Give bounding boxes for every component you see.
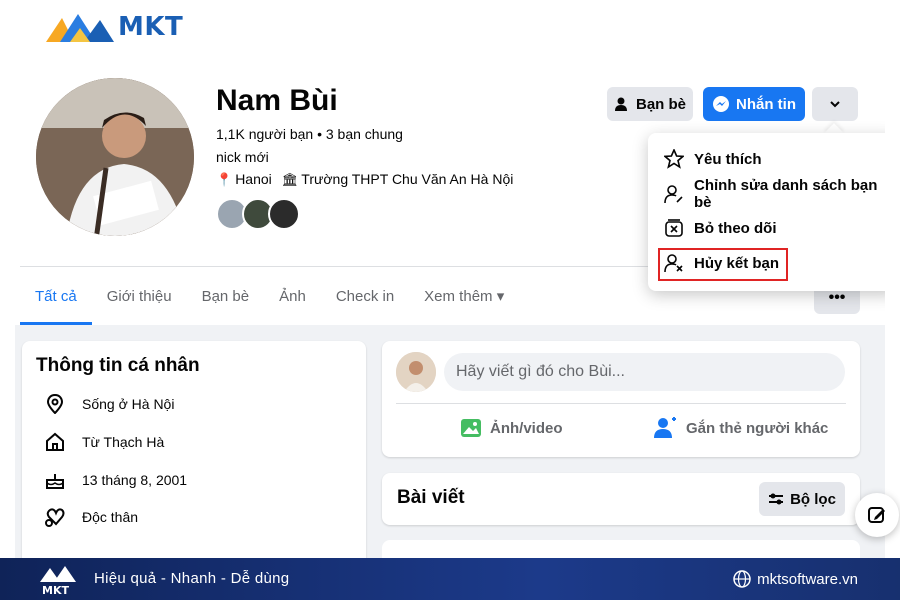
footer-website-text: mktsoftware.vn [757, 570, 858, 588]
intro-row-from: Từ Thạch Hà [44, 431, 164, 453]
profile-avatar[interactable] [34, 76, 196, 238]
message-button-label: Nhắn tin [736, 95, 796, 113]
footer-slogan: Hiệu quả - Nhanh - Dễ dùng [94, 570, 290, 587]
more-options-button[interactable] [812, 87, 858, 121]
tab-all[interactable]: Tất cả [20, 275, 92, 325]
profile-bio: nick mới [216, 149, 269, 165]
message-button[interactable]: Nhắn tin [703, 87, 805, 121]
tag-people-label: Gắn thẻ người khác [686, 419, 829, 437]
posts-title: Bài viết [397, 487, 465, 508]
intro-row-birthday: 13 tháng 8, 2001 [44, 469, 187, 491]
mutual-friend-avatar[interactable] [268, 198, 300, 230]
mkt-logo-text: MKT [118, 12, 184, 42]
star-icon [664, 149, 684, 169]
edit-pencil-icon [868, 507, 885, 523]
edit-friend-list-icon [664, 184, 684, 204]
post-card-preview [382, 540, 860, 558]
lives-in-text: Sống ở Hà Nội [82, 396, 175, 412]
avatar-photo-icon [36, 78, 194, 236]
filter-button[interactable]: Bộ lọc [759, 482, 845, 516]
photo-icon [461, 419, 481, 437]
messenger-icon [713, 96, 729, 112]
tab-check-in[interactable]: Check in [321, 275, 409, 325]
profile-details: 📍 Hanoi 🏛 Trường THPT Chu Văn An Hà Nội [216, 171, 513, 188]
menu-item-favorite-label: Yêu thích [694, 150, 762, 168]
mutual-friends-avatars[interactable] [216, 198, 300, 230]
posts-header-card: Bài viết Bộ lọc [382, 473, 860, 525]
intro-row-relationship: Độc thân [44, 506, 138, 528]
mkt-logo-mark-icon [46, 14, 114, 42]
friends-button-label: Bạn bè [635, 95, 686, 113]
location-detail: 📍 Hanoi [216, 171, 272, 188]
menu-item-unfollow-label: Bỏ theo dõi [694, 219, 777, 237]
tab-friends[interactable]: Bạn bè [187, 275, 265, 325]
caret-down-icon: ▾ [496, 288, 505, 305]
facebook-profile-page: Nam Bùi 1,1K người bạn • 3 bạn chung nic… [15, 60, 885, 558]
post-composer: Hãy viết gì đó cho Bùi... Ảnh/video Gắn … [382, 341, 860, 457]
menu-item-unfollow[interactable]: Bỏ theo dõi [664, 213, 777, 243]
svg-text:MKT: MKT [42, 584, 69, 596]
school-text: Trường THPT Chu Văn An Hà Nội [301, 171, 514, 187]
location-text: Hanoi [235, 171, 272, 187]
footer-website[interactable]: mktsoftware.vn [733, 570, 858, 588]
composer-avatar[interactable] [396, 352, 436, 392]
location-pin-icon [44, 393, 66, 415]
unfriend-highlight-box [658, 248, 788, 281]
promo-footer: MKT Hiệu quả - Nhanh - Dễ dùng mktsoftwa… [0, 558, 900, 600]
tag-people-icon [654, 417, 676, 438]
friend-options-menu: Yêu thích Chỉnh sửa danh sách bạn bè Bỏ … [648, 133, 885, 291]
friend-check-icon [614, 97, 627, 111]
tab-more[interactable]: Xem thêm ▾ [409, 275, 519, 325]
school-icon: 🏛 [281, 172, 299, 187]
filter-label: Bộ lọc [790, 490, 836, 508]
compose-floating-button[interactable] [855, 493, 899, 537]
birthday-text: 13 tháng 8, 2001 [82, 472, 188, 488]
menu-item-edit-friend-list[interactable]: Chỉnh sửa danh sách bạn bè [664, 177, 885, 211]
profile-name: Nam Bùi [216, 84, 338, 117]
profile-tabs: Tất cả Giới thiệu Bạn bè Ảnh Check in Xe… [20, 275, 519, 325]
intro-row-lives-in: Sống ở Hà Nội [44, 393, 174, 415]
photo-video-label: Ảnh/video [490, 419, 563, 437]
relationship-text: Độc thân [82, 509, 139, 525]
brand-header: MKT [0, 0, 900, 60]
from-text: Từ Thạch Hà [82, 434, 165, 450]
location-pin-icon: 📍 [216, 172, 233, 187]
tab-photos[interactable]: Ảnh [264, 275, 321, 325]
tab-more-label: Xem thêm [424, 288, 493, 305]
relationship-heart-icon [44, 506, 66, 528]
school-detail: 🏛 Trường THPT Chu Văn An Hà Nội [282, 171, 514, 188]
tag-people-button[interactable]: Gắn thẻ người khác [654, 417, 828, 439]
mkt-footer-logo-icon: MKT [40, 566, 76, 596]
unfollow-icon [664, 218, 684, 238]
chevron-down-icon [830, 101, 840, 108]
friends-count[interactable]: 1,1K người bạn • 3 bạn chung [216, 126, 403, 142]
intro-card: Thông tin cá nhân Sống ở Hà Nội Từ Thạch… [22, 341, 366, 558]
home-icon [44, 431, 66, 453]
more-dots-icon: ••• [828, 289, 846, 306]
composer-divider [396, 403, 846, 404]
friends-button[interactable]: Bạn bè [607, 87, 693, 121]
globe-icon [733, 570, 751, 588]
filter-sliders-icon [769, 493, 784, 505]
birthday-cake-icon [44, 469, 66, 491]
intro-title: Thông tin cá nhân [36, 355, 200, 376]
mkt-logo: MKT [44, 10, 183, 44]
menu-item-edit-friend-list-label: Chỉnh sửa danh sách bạn bè [694, 177, 878, 211]
composer-input[interactable]: Hãy viết gì đó cho Bùi... [444, 353, 845, 391]
menu-item-favorite[interactable]: Yêu thích [664, 144, 762, 174]
tab-about[interactable]: Giới thiệu [92, 275, 187, 325]
photo-video-button[interactable]: Ảnh/video [460, 417, 563, 439]
